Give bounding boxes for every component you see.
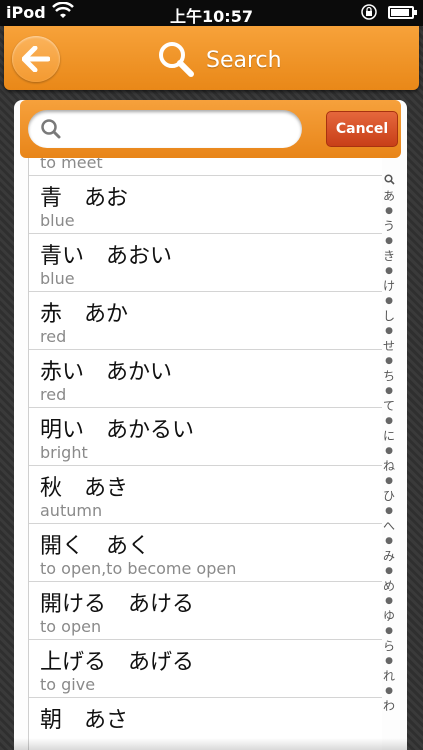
entry-meaning: to meet	[40, 158, 103, 172]
index-dot: ●	[385, 566, 393, 576]
panel-shadow	[14, 738, 407, 750]
index-letter[interactable]: ひ	[380, 489, 398, 504]
entry-meaning: blue	[40, 269, 75, 288]
index-letter[interactable]: せ	[380, 339, 398, 354]
entry-word: 開く あく	[40, 534, 151, 559]
index-dot: ●	[385, 206, 393, 216]
list-item[interactable]: 上げる あげる to give	[29, 640, 382, 698]
index-letter[interactable]: み	[380, 549, 398, 564]
index-letter[interactable]: へ	[380, 519, 398, 534]
entry-word: 赤い あかい	[40, 360, 173, 385]
index-dot: ●	[385, 296, 393, 306]
page-title: Search	[206, 48, 282, 73]
index-letter[interactable]: ち	[380, 369, 398, 384]
search-field-icon	[41, 119, 61, 139]
battery-icon	[388, 6, 417, 19]
list-item[interactable]: 開ける あける to open	[29, 582, 382, 640]
index-dot: ●	[385, 236, 393, 246]
index-dot: ●	[385, 536, 393, 546]
entry-meaning: autumn	[40, 501, 103, 520]
index-dot: ●	[385, 626, 393, 636]
back-button[interactable]	[12, 36, 60, 82]
index-letter[interactable]: ゆ	[380, 609, 398, 624]
search-bar: Cancel	[20, 100, 401, 158]
list-item[interactable]: 秋 あき autumn	[29, 466, 382, 524]
index-letter[interactable]: し	[380, 309, 398, 324]
back-arrow-icon	[22, 46, 50, 72]
status-bar: iPod 上午10:57	[0, 0, 423, 26]
entry-word: 赤 あか	[40, 302, 129, 327]
index-letter[interactable]: ら	[380, 639, 398, 654]
nav-header: Search	[4, 26, 419, 90]
list-item[interactable]: 青い あおい blue	[29, 234, 382, 292]
section-index[interactable]: あ ● う ● き ● け ● し ● せ ● ち ● て ● に ● ね ● ひ ● へ ● み ● め ● ゆ ● ら ● れ ● わ	[380, 174, 398, 750]
list-item[interactable]: 赤い あかい red	[29, 350, 382, 408]
index-letter[interactable]: け	[380, 279, 398, 294]
index-dot: ●	[385, 596, 393, 606]
index-dot: ●	[385, 326, 393, 336]
list-item[interactable]: 開く あく to open,to become open	[29, 524, 382, 582]
entry-word: 青い あおい	[40, 244, 173, 269]
index-letter[interactable]: き	[380, 249, 398, 264]
index-letter[interactable]: て	[380, 399, 398, 414]
cancel-button[interactable]: Cancel	[326, 111, 398, 147]
index-dot: ●	[385, 656, 393, 666]
index-dot: ●	[385, 446, 393, 456]
content-panel: Cancel 会う あうto meet青 あおblue青い あおいblue赤 あ…	[14, 100, 407, 750]
entry-meaning: red	[40, 385, 67, 404]
index-dot: ●	[385, 356, 393, 366]
word-list[interactable]: 会う あうto meet青 あおblue青い あおいblue赤 あかred赤い …	[28, 158, 382, 750]
search-input[interactable]	[64, 116, 298, 144]
entry-word: 秋 あき	[40, 476, 129, 501]
index-letter[interactable]: ね	[380, 459, 398, 474]
index-dot: ●	[385, 386, 393, 396]
index-letter[interactable]: あ	[380, 189, 398, 204]
index-letter[interactable]: に	[380, 429, 398, 444]
index-dot: ●	[385, 266, 393, 276]
entry-word: 朝 あさ	[40, 708, 129, 733]
index-letter[interactable]: め	[380, 579, 398, 594]
entry-word: 青 あお	[40, 186, 129, 211]
index-letter[interactable]: う	[380, 219, 398, 234]
entry-word: 開ける あける	[40, 592, 195, 617]
entry-meaning: to open	[40, 617, 102, 636]
entry-word: 上げる あげる	[40, 650, 195, 675]
index-dot: ●	[385, 686, 393, 696]
search-icon	[159, 42, 194, 77]
entry-meaning: to open,to become open	[40, 559, 237, 578]
list-item[interactable]: 明い あかるい bright	[29, 408, 382, 466]
index-search-icon[interactable]	[380, 174, 398, 189]
rotation-lock-icon	[360, 3, 378, 25]
list-item[interactable]: 青 あお blue	[29, 176, 382, 234]
index-dot: ●	[385, 476, 393, 486]
index-letter[interactable]: れ	[380, 669, 398, 684]
index-dot: ●	[385, 416, 393, 426]
list-item[interactable]: 赤 あか red	[29, 292, 382, 350]
search-field[interactable]	[28, 110, 302, 148]
entry-word: 明い あかるい	[40, 418, 195, 443]
index-dot: ●	[385, 506, 393, 516]
entry-meaning: red	[40, 327, 67, 346]
index-letter[interactable]: わ	[380, 699, 398, 714]
list-item[interactable]: 会う あうto meet	[29, 158, 382, 176]
entry-meaning: bright	[40, 443, 88, 462]
entry-meaning: blue	[40, 211, 75, 230]
entry-meaning: to give	[40, 675, 96, 694]
